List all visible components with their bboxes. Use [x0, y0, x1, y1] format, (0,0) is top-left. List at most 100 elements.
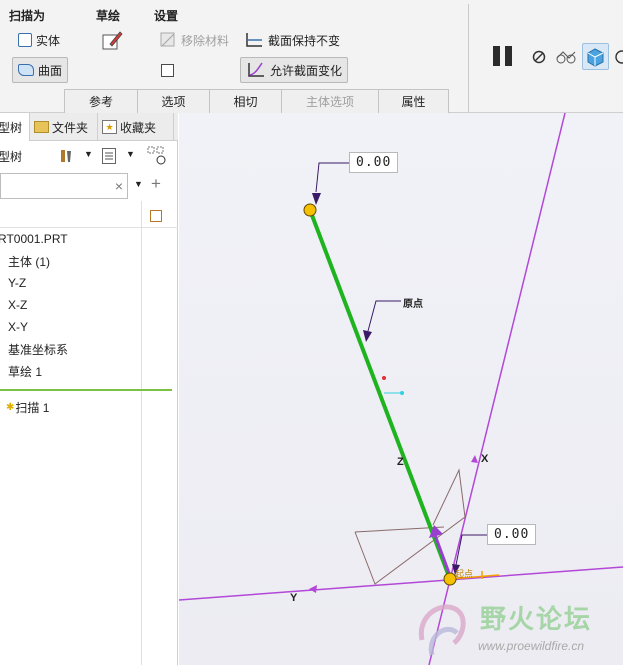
- axis-x-label: X: [481, 453, 489, 465]
- watermark: 野火论坛 www.proewildfire.cn: [412, 593, 623, 665]
- new-feature-icon: ✱: [6, 401, 15, 413]
- tree-search-input[interactable]: ×: [0, 173, 128, 199]
- group-title-settings: 设置: [154, 9, 179, 23]
- watermark-logo-icon: [418, 604, 466, 656]
- axis-y-arrow: [309, 585, 317, 593]
- cs-marker-red: [382, 376, 386, 380]
- trajectory-start-handle[interactable]: [303, 203, 317, 217]
- show-list-icon[interactable]: [102, 148, 116, 164]
- preview-geometry-button[interactable]: [555, 46, 577, 68]
- tab-properties[interactable]: 属性: [378, 89, 449, 113]
- origin-label: 原点: [403, 299, 423, 310]
- ribbon-tabs: 参考 选项 相切 主体选项 属性: [64, 89, 449, 113]
- tree-item-sweep[interactable]: ✱ 扫描 1: [6, 396, 49, 418]
- insert-here-line: [0, 389, 172, 391]
- tab-favorites-label: 收藏夹: [120, 120, 157, 135]
- dim-top-leader-arrow: [312, 193, 321, 205]
- graphics-viewport[interactable]: 0.00 0.00 原点 起点 X Y Z 野火论坛 www.proewildf…: [179, 113, 623, 665]
- tree-item-yz-plane[interactable]: Y-Z: [8, 272, 26, 294]
- cs-marker-dot: [400, 391, 404, 395]
- tab-references[interactable]: 参考: [64, 89, 138, 113]
- tab-tangency[interactable]: 相切: [209, 89, 282, 113]
- tree-item-root[interactable]: RT0001.PRT: [0, 228, 68, 250]
- constant-section-icon: [246, 33, 262, 47]
- trajectory-line[interactable]: [308, 209, 452, 580]
- group-title-sketch: 草绘: [96, 9, 121, 23]
- constant-section-option[interactable]: 截面保持不变: [244, 29, 340, 51]
- solid-button[interactable]: 实体: [18, 29, 60, 51]
- section-sketch: [354, 468, 466, 585]
- watermark-url: www.proewildfire.cn: [478, 639, 585, 653]
- tab-options[interactable]: 选项: [137, 89, 210, 113]
- tab-favorites[interactable]: ★ 收藏夹: [98, 113, 174, 141]
- model-tree-panel: 型树 文件夹 ★ 收藏夹 型树 ▼ ▼ × ▼ + RT0001.PRT 主体 …: [0, 113, 178, 665]
- group-title-sweep: 扫描为: [9, 9, 46, 23]
- remove-material-button[interactable]: 移除材料: [159, 29, 229, 51]
- remove-material-label: 移除材料: [181, 33, 230, 48]
- tree-title: 型树: [0, 149, 23, 164]
- variable-section-icon: [248, 62, 264, 77]
- no-preview-icon: [532, 50, 546, 64]
- chevron-down-icon[interactable]: ▼: [84, 149, 93, 159]
- surface-button[interactable]: 曲面: [12, 57, 69, 83]
- ribbon-separator: [468, 4, 469, 112]
- tree-item-sweep-label: 扫描 1: [15, 400, 50, 415]
- tree-item-sketch[interactable]: 草绘 1: [8, 360, 42, 382]
- axis-y-label: Y: [290, 592, 298, 604]
- tab-folder[interactable]: 文件夹: [30, 113, 98, 141]
- dimension-top[interactable]: 0.00: [349, 152, 399, 173]
- verify-button[interactable]: [582, 43, 609, 70]
- dimension-bottom[interactable]: 0.00: [487, 524, 537, 545]
- tree-settings-icon[interactable]: [58, 148, 74, 164]
- ribbon: 扫描为 草绘 设置 实体 曲面 移除材料 截面保持不变 允许截面变化 参考 选项…: [0, 0, 623, 113]
- glasses-icon: [556, 51, 576, 64]
- tab-model-tree-label: 型树: [0, 120, 23, 135]
- ok-icon: [615, 50, 623, 64]
- watermark-title: 野火论坛: [480, 604, 593, 634]
- viewport-canvas: [179, 113, 623, 665]
- sketch-button[interactable]: [101, 29, 123, 51]
- remove-material-checkbox[interactable]: [161, 64, 174, 80]
- column-divider: [141, 201, 142, 665]
- filter-icon[interactable]: [147, 146, 167, 166]
- search-dropdown-icon[interactable]: ▼: [134, 179, 143, 189]
- tree-item-xz-plane[interactable]: X-Z: [8, 294, 27, 316]
- solid-icon: [18, 33, 32, 47]
- clear-search-icon[interactable]: ×: [115, 178, 123, 194]
- pause-button[interactable]: [491, 44, 515, 68]
- direction-arrow-shaft: [433, 534, 451, 574]
- verify-model-icon: [587, 48, 604, 67]
- variable-section-label: 允许截面变化: [270, 63, 343, 78]
- solid-label: 实体: [36, 33, 61, 48]
- variable-section-button[interactable]: 允许截面变化: [240, 57, 349, 83]
- start-label: 起点: [455, 569, 474, 579]
- column-settings-icon[interactable]: [150, 210, 162, 222]
- pencil-icon: [102, 31, 123, 50]
- axis-z-label: Z: [397, 456, 404, 468]
- surface-label: 曲面: [38, 63, 63, 78]
- tab-model-tree[interactable]: 型树: [0, 113, 30, 141]
- constant-section-label: 截面保持不变: [268, 33, 341, 48]
- tree-toolbar: 型树 ▼ ▼: [0, 143, 178, 169]
- dim-bottom-leader: [455, 534, 487, 566]
- chevron-down-icon[interactable]: ▼: [126, 149, 135, 159]
- tree-item-xy-plane[interactable]: X-Y: [8, 316, 28, 338]
- tree-item-csys[interactable]: 基准坐标系: [8, 338, 68, 360]
- add-icon[interactable]: +: [151, 174, 161, 194]
- remove-material-icon: [160, 32, 175, 47]
- tab-folder-label: 文件夹: [52, 120, 89, 135]
- folder-icon: [34, 121, 49, 133]
- tab-body-options[interactable]: 主体选项: [281, 89, 379, 113]
- no-preview-button[interactable]: [531, 49, 547, 65]
- dim-top-leader: [315, 162, 349, 193]
- axis-x-arrow: [471, 455, 478, 463]
- panel-tabs: 型树 文件夹 ★ 收藏夹: [0, 113, 178, 141]
- tree-column-header: [0, 204, 178, 228]
- tree-item-body[interactable]: 主体 (1): [8, 250, 50, 272]
- pause-icon: [493, 46, 512, 66]
- surface-icon: [18, 64, 34, 76]
- origin-leader: [367, 300, 401, 332]
- favorites-icon: ★: [102, 120, 117, 134]
- origin-leader-arrow: [363, 330, 372, 342]
- more-options-button[interactable]: [613, 48, 623, 66]
